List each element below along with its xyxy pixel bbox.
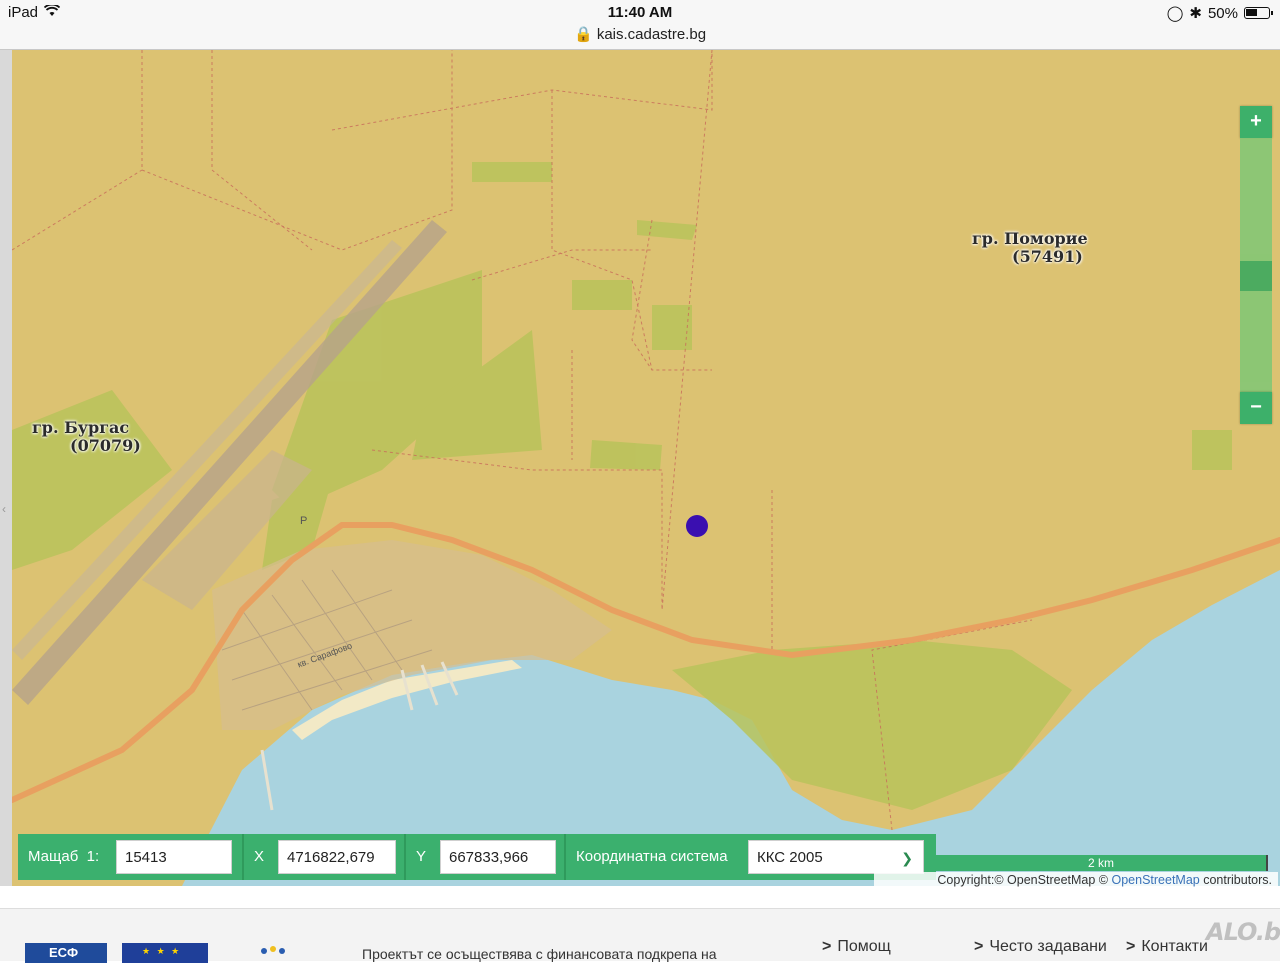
page-footer: ЕСФ Проектът се осъществява с финансоват… [0, 908, 1280, 963]
battery-icon [1244, 7, 1273, 19]
divider [404, 834, 406, 880]
place-code: (57491) [1012, 247, 1083, 266]
side-panel-handle[interactable]: ‹ [0, 50, 12, 886]
contacts-link[interactable]: > Контакти [1126, 938, 1208, 956]
help-link[interactable]: > Помощ [822, 938, 891, 956]
chevron-left-icon: ‹ [2, 502, 6, 516]
y-label: Y [416, 848, 427, 865]
place-label-burgas: гр. Бургас (07079) [32, 419, 141, 455]
place-name: гр. Поморие [972, 229, 1088, 248]
esf-logo: ЕСФ [25, 943, 107, 963]
x-coordinate-input[interactable]: 4716822,679 [278, 840, 396, 874]
lock-icon: 🔒 [573, 26, 593, 43]
status-right: ◯ ✱ 50% [1166, 4, 1273, 22]
chevron-right-icon: > [822, 938, 832, 955]
bluetooth-icon: ✱ [1189, 5, 1202, 22]
y-coordinate-input[interactable]: 667833,966 [440, 840, 556, 874]
scale-label: Мащаб 1: [28, 848, 100, 865]
status-bar: iPad 11:40 AM 🔒 kais.cadastre.bg ◯ ✱ 50% [0, 0, 1280, 50]
map-view[interactable]: гр. Поморие (57491) гр. Бургас (07079) P… [12, 50, 1280, 886]
program-logo [258, 943, 288, 963]
map-attribution: Copyright:© OpenStreetMap © OpenStreetMa… [874, 872, 1278, 888]
crs-value: ККС 2005 [757, 849, 823, 866]
zoom-out-button[interactable]: − [1240, 392, 1272, 424]
place-label-pomorie: гр. Поморие (57491) [972, 230, 1088, 266]
clock: 11:40 AM [607, 4, 673, 21]
address-bar[interactable]: 🔒 kais.cadastre.bg [0, 25, 1280, 43]
crs-label: Координатна система [576, 848, 728, 865]
map-canvas [12, 50, 1280, 886]
watermark: ALO.bg [1206, 918, 1280, 946]
eu-flag-logo [122, 943, 208, 963]
url-text: kais.cadastre.bg [596, 26, 707, 43]
x-label: X [254, 848, 265, 865]
place-code: (07079) [70, 436, 141, 455]
divider [242, 834, 244, 880]
zoom-in-button[interactable]: + [1240, 106, 1272, 138]
zoom-slider-handle[interactable] [1240, 261, 1272, 291]
map-scale-bar: 2 km [936, 855, 1268, 871]
zoom-slider[interactable] [1240, 138, 1272, 392]
orientation-lock-icon: ◯ [1166, 5, 1184, 22]
chevron-down-icon: ❯ [901, 850, 913, 866]
zoom-control: + − [1240, 106, 1272, 424]
divider [564, 834, 566, 880]
place-name: гр. Бургас [32, 418, 130, 437]
battery-percent: 50% [1207, 4, 1238, 22]
chevron-right-icon: > [1126, 938, 1136, 955]
osm-link[interactable]: OpenStreetMap [1111, 873, 1199, 887]
scale-input[interactable]: 15413 [116, 840, 232, 874]
chevron-right-icon: > [974, 938, 984, 955]
parking-label: P [300, 515, 308, 527]
coordinates-bar: Мащаб 1: 15413 X 4716822,679 Y 667833,96… [18, 834, 936, 880]
crs-select[interactable]: ККС 2005 ❯ [748, 840, 924, 874]
faq-link[interactable]: > Често задавани [974, 938, 1107, 956]
location-marker[interactable] [686, 515, 708, 537]
